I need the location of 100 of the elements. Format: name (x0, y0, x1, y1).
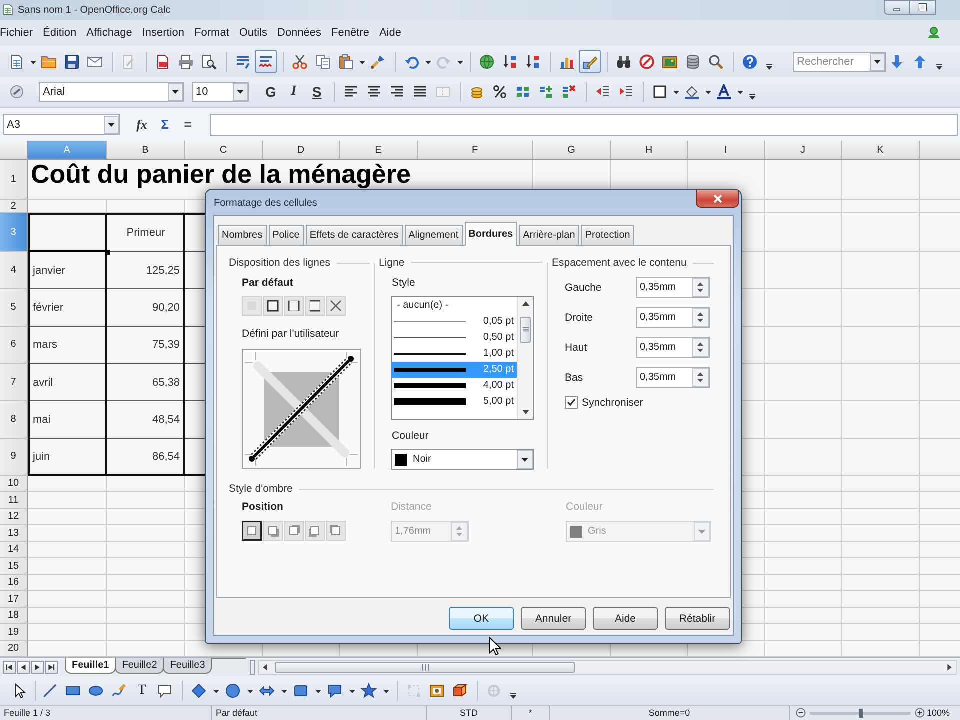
font-size-field[interactable]: 10 (192, 82, 249, 102)
shadow-top-left-icon[interactable] (326, 521, 346, 541)
outer-border-icon[interactable] (263, 296, 283, 316)
row-header[interactable]: 12 (0, 508, 28, 526)
row-header[interactable]: 13 (0, 525, 28, 542)
row-header[interactable]: 17 (0, 591, 28, 608)
menu-item[interactable]: Fenêtre (326, 25, 374, 41)
row-header[interactable]: 20 (0, 640, 28, 658)
line-style-option[interactable]: 0,50 pt (392, 330, 517, 346)
last-sheet-button[interactable] (45, 660, 58, 674)
spin-field[interactable]: 0,35mm (636, 337, 710, 358)
fill-handle[interactable] (105, 250, 110, 255)
row-header[interactable]: 9 (0, 438, 28, 476)
column-header[interactable]: E (340, 141, 418, 159)
function-wizard-button[interactable]: fx (131, 113, 153, 136)
line-style-option[interactable]: 5,00 pt (392, 394, 517, 410)
menu-item[interactable]: Édition (38, 25, 82, 41)
split-handle[interactable] (250, 660, 256, 675)
scrollbar-thumb[interactable] (520, 316, 531, 343)
draw-functions-button[interactable] (579, 50, 601, 73)
row-header[interactable]: 8 (0, 401, 28, 439)
help-button[interactable]: Aide (593, 607, 658, 630)
row-header[interactable]: 11 (0, 492, 28, 509)
zoom-slider-thumb[interactable] (858, 708, 862, 718)
row-header[interactable]: 16 (0, 574, 28, 592)
minimize-button[interactable] (884, 0, 910, 15)
spin-field[interactable]: 0,35mm (636, 307, 710, 328)
zoom-in-icon[interactable] (915, 708, 925, 718)
first-sheet-button[interactable] (3, 660, 16, 674)
column-header[interactable]: K (842, 141, 920, 159)
name-box[interactable]: A3 (3, 114, 120, 135)
close-button[interactable] (696, 190, 739, 208)
menu-item[interactable]: Format (190, 25, 234, 41)
ok-button[interactable]: OK (449, 607, 514, 630)
formula-input[interactable] (210, 114, 958, 136)
shadow-bottom-left-icon[interactable] (305, 521, 325, 541)
row-header[interactable]: 14 (0, 542, 28, 558)
color-dropdown[interactable]: Noir (391, 449, 534, 470)
user-icon[interactable] (926, 25, 942, 41)
shadow-top-right-icon[interactable] (284, 521, 304, 541)
sheet-tab[interactable]: Feuille3 (163, 658, 212, 674)
column-header[interactable]: F (418, 141, 533, 159)
cancel-button[interactable]: Annuler (521, 607, 586, 630)
spinner-icon[interactable] (692, 368, 709, 387)
horizontal-scrollbar[interactable] (258, 660, 957, 675)
font-name-field[interactable]: Arial (39, 82, 184, 102)
spin-field[interactable]: 0,35mm (636, 277, 710, 298)
column-header[interactable]: J (765, 141, 842, 159)
tab[interactable]: Protection (581, 225, 634, 245)
reset-button[interactable]: Rétablir (665, 607, 730, 630)
bold-button[interactable]: G (260, 80, 282, 104)
list-scrollbar[interactable] (517, 296, 533, 419)
tab[interactable]: Arrière-plan (519, 225, 580, 245)
border-preview-drawing[interactable] (242, 349, 361, 469)
row-header[interactable]: 10 (0, 476, 28, 492)
row-header[interactable]: 15 (0, 558, 28, 575)
column-header[interactable]: B (107, 141, 185, 159)
line-style-option[interactable]: 1,00 pt (392, 346, 517, 362)
row-header[interactable]: 1 (0, 160, 28, 200)
tab[interactable]: Alignement (404, 225, 463, 245)
line-style-option[interactable]: 0,05 pt (392, 314, 517, 330)
spinner-icon[interactable] (692, 278, 709, 297)
autospellcheck-button[interactable] (255, 50, 277, 73)
line-style-option[interactable]: - aucun(e) - (392, 298, 517, 314)
column-header[interactable]: H (611, 141, 688, 159)
menu-item[interactable]: Insertion (137, 25, 190, 41)
column-header[interactable]: D (263, 141, 340, 159)
row-header[interactable]: 5 (0, 289, 28, 327)
spinner-icon[interactable] (692, 308, 709, 327)
menu-item[interactable]: Fichier (0, 25, 38, 41)
spin-field[interactable]: 0,35mm (636, 367, 710, 388)
column-header[interactable]: G (533, 141, 611, 159)
next-sheet-button[interactable] (31, 660, 44, 674)
row-header[interactable]: 19 (0, 624, 28, 641)
spinner-icon[interactable] (692, 338, 709, 357)
menu-item[interactable]: Affichage (82, 25, 138, 41)
side-borders-icon[interactable] (284, 296, 304, 316)
line-style-list[interactable]: - aucun(e) - 0,05 pt 0,50 pt 1,00 pt 2,50 pt 4,00 pt 5,00 pt (391, 296, 534, 420)
zoom-out-icon[interactable] (796, 708, 806, 718)
sum-button[interactable]: Σ (154, 113, 176, 136)
line-style-option[interactable]: 4,00 pt (392, 378, 517, 394)
row-header[interactable]: 6 (0, 326, 28, 364)
checkbox[interactable] (565, 396, 578, 409)
tab[interactable]: Nombres (218, 225, 267, 245)
text-tool-button[interactable]: T (131, 679, 153, 702)
tab[interactable]: Police (268, 225, 304, 245)
italic-button[interactable]: I (283, 80, 305, 104)
formula-button[interactable]: = (177, 113, 199, 136)
zoom-slider-track[interactable] (810, 712, 911, 715)
selection-mode[interactable]: STD (427, 706, 512, 720)
row-header[interactable]: 2 (0, 200, 28, 213)
sheet-tab[interactable]: Feuille2 (115, 658, 164, 674)
tab[interactable]: Bordures (464, 222, 518, 246)
row-header[interactable]: 4 (0, 252, 28, 290)
menu-item[interactable]: Outils (234, 25, 272, 41)
sheet-tab[interactable]: Feuille1 (65, 658, 116, 674)
menu-item[interactable]: Données (272, 25, 327, 41)
column-header[interactable]: C (185, 141, 263, 159)
menu-item[interactable]: Aide (374, 25, 406, 41)
no-shadow-icon[interactable] (242, 521, 262, 541)
